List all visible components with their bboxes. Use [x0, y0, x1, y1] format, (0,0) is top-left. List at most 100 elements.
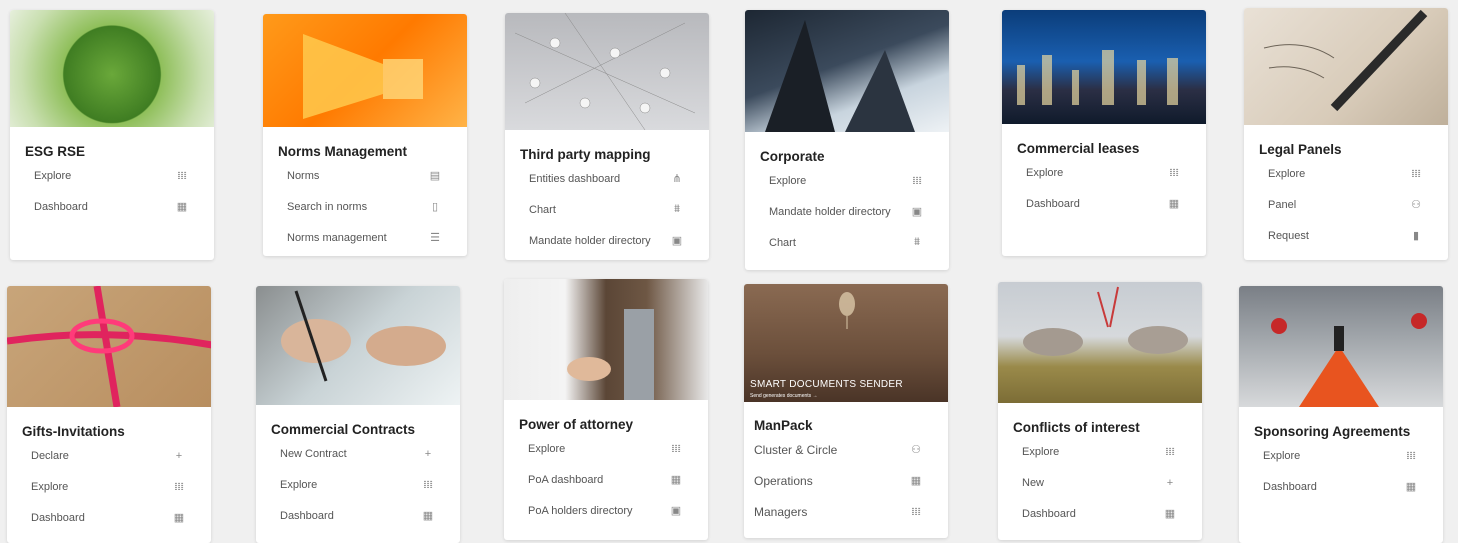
group-icon: ⚇	[1411, 199, 1421, 211]
card-corporate[interactable]: Corporate Explore 𝍖 Mandate holder direct…	[745, 10, 949, 270]
card-commercial-leases[interactable]: Commercial leases Explore 𝍖 Dashboard ▦	[1002, 10, 1206, 256]
menu-item-entities-dashboard[interactable]: Entities dashboard ⋔	[505, 163, 709, 194]
card-title: Legal Panels	[1259, 142, 1342, 157]
menu-item-chart[interactable]: Chart ⩩	[745, 227, 949, 258]
library-icon: 𝍖	[912, 175, 922, 187]
book-icon: ▤	[429, 170, 441, 182]
card-conflicts-of-interest[interactable]: Conflicts of interest Explore 𝍖 New + Dash…	[998, 282, 1202, 540]
skyscrapers-graphic	[765, 20, 915, 132]
menu-item-chart[interactable]: Chart ⩩	[505, 194, 709, 225]
menu-item-dashboard[interactable]: Dashboard ▦	[256, 500, 460, 531]
menu-item-search-in-norms[interactable]: Search in norms ▯	[263, 191, 467, 222]
card-title: Power of attorney	[519, 417, 634, 432]
library-icon: 𝍖	[1165, 446, 1175, 458]
card-manpack[interactable]: SMART DOCUMENTS SENDER Send generates do…	[744, 284, 948, 538]
library-icon: 𝍖	[177, 170, 187, 182]
banner-caption: SMART DOCUMENTS SENDER	[750, 379, 903, 390]
handshake-image	[504, 279, 708, 400]
dashboard-icon: ▦	[1164, 508, 1176, 520]
library-icon: 𝍖	[1406, 450, 1416, 462]
menu-item-mandate-holder-directory[interactable]: Mandate holder directory ▣	[745, 196, 949, 227]
card-gifts-invitations[interactable]: Gifts-Invitations Declare + Explore 𝍖 Dash…	[7, 286, 211, 543]
menu-item-explore[interactable]: Explore 𝍖	[10, 160, 214, 191]
menu-item-poa-dashboard[interactable]: PoA dashboard ▦	[504, 464, 708, 495]
menu-item-norms[interactable]: Norms ▤	[263, 160, 467, 191]
signing-contract-image	[256, 286, 460, 405]
esg-globe-image	[10, 10, 214, 127]
card-power-of-attorney[interactable]: Power of attorney Explore 𝍖 PoA dashboard…	[504, 279, 708, 540]
menu-item-managers[interactable]: Managers 𝍖	[744, 496, 948, 527]
menu-item-poa-holders-directory[interactable]: PoA holders directory ▣	[504, 495, 708, 526]
card-sponsoring-agreements[interactable]: Sponsoring Agreements Explore 𝍖 Dashboard…	[1239, 286, 1443, 543]
skyline-graphic	[1017, 50, 1178, 105]
menu-item-dashboard[interactable]: Dashboard ▦	[10, 191, 214, 222]
pen-graphic	[1263, 9, 1428, 112]
ribbon-graphic	[7, 286, 211, 407]
card-title: Gifts-Invitations	[22, 424, 125, 439]
menu-item-explore[interactable]: Explore 𝍖	[256, 469, 460, 500]
menu-item-explore[interactable]: Explore 𝍖	[998, 436, 1202, 467]
card-norms-management[interactable]: Norms Management Norms ▤ Search in norms ▯…	[263, 14, 467, 256]
library-icon: 𝍖	[911, 506, 921, 518]
card-title: Corporate	[760, 149, 825, 164]
reindeer-graphic	[1023, 286, 1188, 356]
menu-item-new[interactable]: New +	[998, 467, 1202, 498]
menu-item-mandate-holder-directory[interactable]: Mandate holder directory ▣	[505, 225, 709, 256]
menu-item-dashboard[interactable]: Dashboard ▦	[7, 502, 211, 533]
city-skyline-image	[1002, 10, 1206, 124]
menu-item-explore[interactable]: Explore 𝍖	[1002, 157, 1206, 188]
plus-icon: +	[1166, 476, 1174, 489]
contact-card-icon: ▣	[671, 235, 683, 247]
card-title: ManPack	[754, 418, 813, 433]
card-title: ESG RSE	[25, 144, 86, 159]
menu-item-norms-management[interactable]: Norms management ☰	[263, 222, 467, 253]
dashboard-icon: ▦	[670, 474, 682, 486]
banner-subcaption: Send generates documents →	[750, 393, 818, 399]
card-title: Conflicts of interest	[1013, 420, 1140, 435]
menu-item-operations[interactable]: Operations ▦	[744, 465, 948, 496]
document-icon: ▯	[431, 201, 439, 213]
menu-item-panel[interactable]: Panel ⚇	[1244, 189, 1448, 220]
library-icon: 𝍖	[1169, 167, 1179, 179]
menu-item-dashboard[interactable]: Dashboard ▦	[1002, 188, 1206, 219]
library-icon: 𝍖	[1411, 168, 1421, 180]
card-title: Sponsoring Agreements	[1254, 424, 1411, 439]
menu-item-cluster-circle[interactable]: Cluster & Circle ⚇	[744, 434, 948, 465]
dashboard-icon: ▦	[910, 475, 922, 487]
skyscrapers-image	[745, 10, 949, 132]
menu-item-request[interactable]: Request ▮	[1244, 220, 1448, 251]
list-icon: ☰	[430, 232, 440, 244]
menu-item-explore[interactable]: Explore 𝍖	[7, 471, 211, 502]
menu-item-dashboard[interactable]: Dashboard ▦	[1239, 471, 1443, 502]
card-commercial-contracts[interactable]: Commercial Contracts New Contract + Explo…	[256, 286, 460, 543]
megaphone-graphic	[303, 34, 423, 119]
contact-card-icon: ▣	[911, 206, 923, 218]
smart-documents-banner: SMART DOCUMENTS SENDER Send generates do…	[744, 284, 948, 402]
file-icon: ▮	[1412, 230, 1420, 242]
menu-item-explore[interactable]: Explore 𝍖	[1239, 440, 1443, 471]
plus-icon: +	[175, 449, 183, 462]
dashboard-icon: ▦	[1168, 198, 1180, 210]
reindeer-image	[998, 282, 1202, 403]
menu-item-declare[interactable]: Declare +	[7, 440, 211, 471]
menu-item-explore[interactable]: Explore 𝍖	[745, 165, 949, 196]
card-title: Norms Management	[278, 144, 408, 159]
card-legal-panels[interactable]: Legal Panels Explore 𝍖 Panel ⚇ Request ▮	[1244, 8, 1448, 260]
menu-item-explore[interactable]: Explore 𝍖	[504, 433, 708, 464]
card-title: Commercial Contracts	[271, 422, 416, 437]
menu-item-new-contract[interactable]: New Contract +	[256, 438, 460, 469]
library-icon: 𝍖	[423, 479, 433, 491]
menu-item-explore[interactable]: Explore 𝍖	[1244, 158, 1448, 189]
menu-item-dashboard[interactable]: Dashboard ▦	[998, 498, 1202, 529]
card-third-party-mapping[interactable]: Third party mapping Entities dashboard ⋔ …	[505, 13, 709, 260]
hand-graphic	[281, 290, 446, 382]
library-icon: 𝍖	[671, 443, 681, 455]
card-title: Third party mapping	[520, 147, 651, 162]
card-title: Commercial leases	[1017, 141, 1140, 156]
megaphone-image	[263, 14, 467, 127]
handshake-graphic	[567, 309, 654, 400]
library-icon: 𝍖	[174, 481, 184, 493]
dashboard-icon: ▦	[1405, 481, 1417, 493]
network-graphic	[514, 13, 696, 130]
card-esg-rse[interactable]: ESG RSE Explore 𝍖 Dashboard ▦	[10, 10, 214, 260]
